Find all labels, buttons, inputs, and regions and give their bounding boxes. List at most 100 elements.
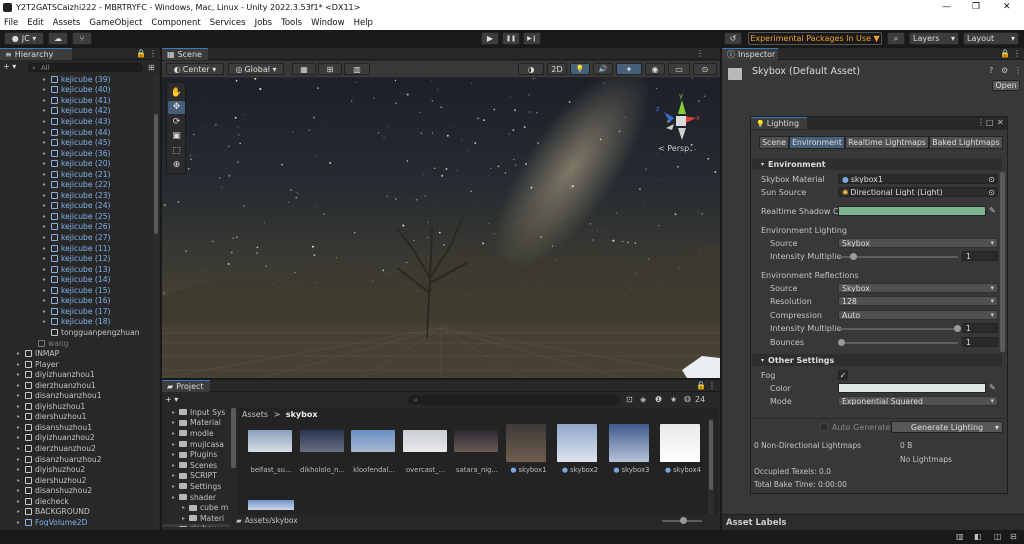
hierarchy-item[interactable]: ▸ INMAP [0,348,59,359]
lighting-tab-environment[interactable]: Environment [789,136,845,149]
hierarchy-item[interactable]: ▸ FogVolume2D [0,517,88,526]
hierarchy-item[interactable]: ▸ kejicube (13) [0,264,111,275]
2d-toggle[interactable]: 2D [547,63,567,75]
folder-item[interactable]: ▸ Plugins [162,449,217,460]
minimize-icon[interactable]: — [942,2,951,12]
more-icon[interactable]: ⋮ [708,381,716,390]
asset-scrollbar[interactable] [708,418,714,514]
hierarchy-item[interactable]: ▸ kejicube (22) [0,180,111,191]
hidden-count-icon[interactable]: ◍ [684,394,691,403]
breadcrumb-assets[interactable]: Assets [242,410,268,419]
folder-scrollbar-thumb[interactable] [231,408,236,468]
scene-tool-transform[interactable]: ⊕ [168,159,185,172]
environment-header[interactable]: ▾ Environment [752,158,1002,170]
source-dropdown[interactable]: Skybox [838,238,998,248]
expand-arrow-icon[interactable]: ▸ [43,308,51,315]
bounces-slider-track[interactable] [838,342,958,344]
expand-arrow-icon[interactable]: ▸ [43,107,51,114]
folder-item[interactable]: ▸ Material [162,418,221,429]
asset-thumbnail[interactable] [505,424,546,462]
scrollbar-thumb[interactable] [709,420,713,490]
more-icon[interactable]: ⋮ [1013,49,1021,58]
tab-hierarchy[interactable]: ≡ Hierarchy [0,48,72,60]
collab-button[interactable]: ⑂ [72,32,92,45]
info-icon[interactable]: ❶ [655,395,662,404]
hierarchy-item[interactable]: ▸ diecheck [0,496,69,507]
lighting-tab-baked-lightmaps[interactable]: Baked Lightmaps [929,136,1003,149]
skybox-material-field[interactable]: ● skybox1 ⊙ [838,174,998,184]
asset-thumbnail[interactable] [351,430,395,452]
fog-mode-dropdown[interactable]: Exponential Squared [838,396,998,406]
scene-viewport[interactable]: ✋ ✥ ⟳ ▣ ⬚ ⊕ y x z < Persp [162,78,720,378]
refl-intensity-field[interactable]: 1 [962,323,998,333]
expand-arrow-icon[interactable]: ▸ [172,483,179,490]
lock-icon[interactable]: 🔒 [1000,49,1010,58]
folder-item[interactable]: ▸ skybox [162,523,230,527]
tab-lighting[interactable]: 💡 Lighting [751,117,807,129]
add-object-button[interactable]: + ▾ [3,62,16,71]
hierarchy-item[interactable]: ▸ dierzhuanzhou1 [0,380,96,391]
scrollbar-thumb[interactable] [154,114,158,234]
lock-icon[interactable]: 🔒 [696,381,706,390]
expand-arrow-icon[interactable]: ▸ [17,350,25,357]
bounces-field[interactable]: 1 [962,337,998,347]
expand-arrow-icon[interactable]: ▸ [17,424,25,431]
menu-item-help[interactable]: Help [354,18,373,28]
object-picker-icon[interactable]: ⊙ [988,188,995,196]
generate-lighting-button[interactable]: Generate Lighting ▾ [891,421,1003,433]
expand-arrow-icon[interactable]: ▸ [43,276,51,283]
create-asset-button[interactable]: + ▾ [165,395,178,404]
compression-dropdown[interactable]: Auto [838,310,998,320]
hierarchy-item[interactable]: ▸ diyizhuanzhou1 [0,369,95,380]
expand-arrow-icon[interactable]: ▸ [17,403,25,410]
scene-tool-rotate[interactable]: ⟳ [168,115,185,128]
expand-arrow-icon[interactable]: ▸ [43,139,51,146]
debug-icon[interactable]: ◫ [994,532,1002,541]
asset-label[interactable]: kloofendal... [349,466,399,474]
expand-arrow-icon[interactable]: ▸ [17,508,25,515]
expand-arrow-icon[interactable]: ▸ [43,150,51,157]
profiler-icon[interactable]: ▥ [956,532,964,541]
expand-arrow-icon[interactable]: ▸ [172,409,179,416]
expand-arrow-icon[interactable]: ▸ [17,477,25,484]
scene-tool-scale[interactable]: ▣ [168,130,185,143]
expand-arrow-icon[interactable]: ▸ [182,515,189,522]
visibility-toggle[interactable]: ◉ [645,63,665,75]
refl-intensity-slider-knob[interactable] [954,325,961,332]
draw-mode-dropdown[interactable]: ◑ [518,63,544,75]
pause-button[interactable]: ❚❚ [502,32,520,45]
expand-arrow-icon[interactable]: ▸ [182,504,189,511]
refl-source-dropdown[interactable]: Skybox [838,283,998,293]
expand-arrow-icon[interactable]: ▸ [43,192,51,199]
asset-thumbnail[interactable] [248,430,292,452]
sun-source-field[interactable]: ✺ Directional Light (Light) ⊙ [838,187,998,197]
more-icon[interactable]: ⋮ [1014,66,1022,75]
asset-thumbnail[interactable] [608,424,649,462]
folder-item[interactable]: ▸ Input Sys [162,407,225,418]
undo-history-button[interactable]: ↺ [724,32,742,45]
more-icon[interactable]: ⋮ [149,49,157,58]
hierarchy-item[interactable]: ▸ kejicube (20) [0,158,111,169]
hierarchy-item[interactable]: ▸ kejicube (21) [0,169,111,180]
expand-arrow-icon[interactable]: ▸ [172,441,179,448]
label-filter-icon[interactable]: ◈ [640,395,646,404]
cloud-button[interactable]: ☁ [48,32,68,45]
hierarchy-item[interactable]: ▸ kejicube (14) [0,274,111,285]
menu-item-component[interactable]: Component [151,18,200,28]
hierarchy-item[interactable]: ▸ kejicube (41) [0,95,111,106]
asset-labels-bar[interactable]: Asset Labels [722,514,1024,530]
experimental-packages-button[interactable]: Experimental Packages In Use ▼ [748,32,882,45]
lighting-scrollbar-thumb[interactable] [1000,172,1005,352]
snap-increment-button[interactable]: ⊞ [318,63,342,75]
orientation-gizmo[interactable]: y x z [652,92,702,146]
expand-arrow-icon[interactable]: ▸ [43,118,51,125]
favorite-icon[interactable]: ★ [670,395,677,404]
intensity-slider-knob[interactable] [849,253,857,260]
asset-label[interactable]: satara_nig... [452,466,502,474]
settings-icon[interactable]: ⚙ [1001,66,1008,75]
hierarchy-item[interactable]: ▸ disanzhuanzhou2 [0,454,102,465]
expand-arrow-icon[interactable]: ▸ [172,525,179,527]
lock-icon[interactable]: 🔒 [136,49,146,58]
expand-arrow-icon[interactable]: ▸ [43,181,51,188]
lighting-toggle[interactable]: 💡 [570,63,590,75]
